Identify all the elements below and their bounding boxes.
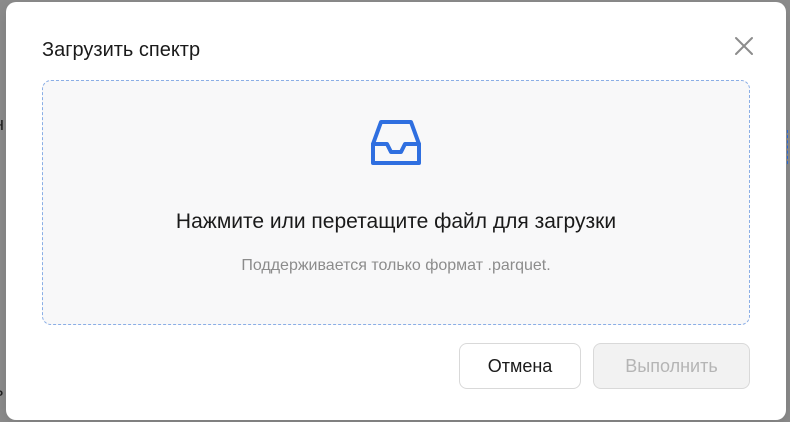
modal-title: Загрузить спектр [42, 39, 201, 61]
dropzone-title: Нажмите или перетащите файл для загрузки [175, 210, 617, 233]
file-dropzone[interactable]: Нажмите или перетащите файл для загрузки… [42, 80, 750, 325]
upload-spectrum-modal: Загрузить спектр Нажмите или перетащите … [6, 2, 786, 420]
background-fragment: н [0, 114, 4, 135]
inbox-icon [371, 120, 421, 165]
cancel-button[interactable]: Отмена [459, 343, 581, 389]
dropzone-hint: Поддерживается только формат .parquet. [241, 257, 551, 274]
submit-button[interactable]: Выполнить [593, 343, 750, 389]
close-icon [735, 37, 753, 55]
background-fragment: ь [0, 380, 3, 401]
close-button[interactable] [730, 32, 758, 60]
